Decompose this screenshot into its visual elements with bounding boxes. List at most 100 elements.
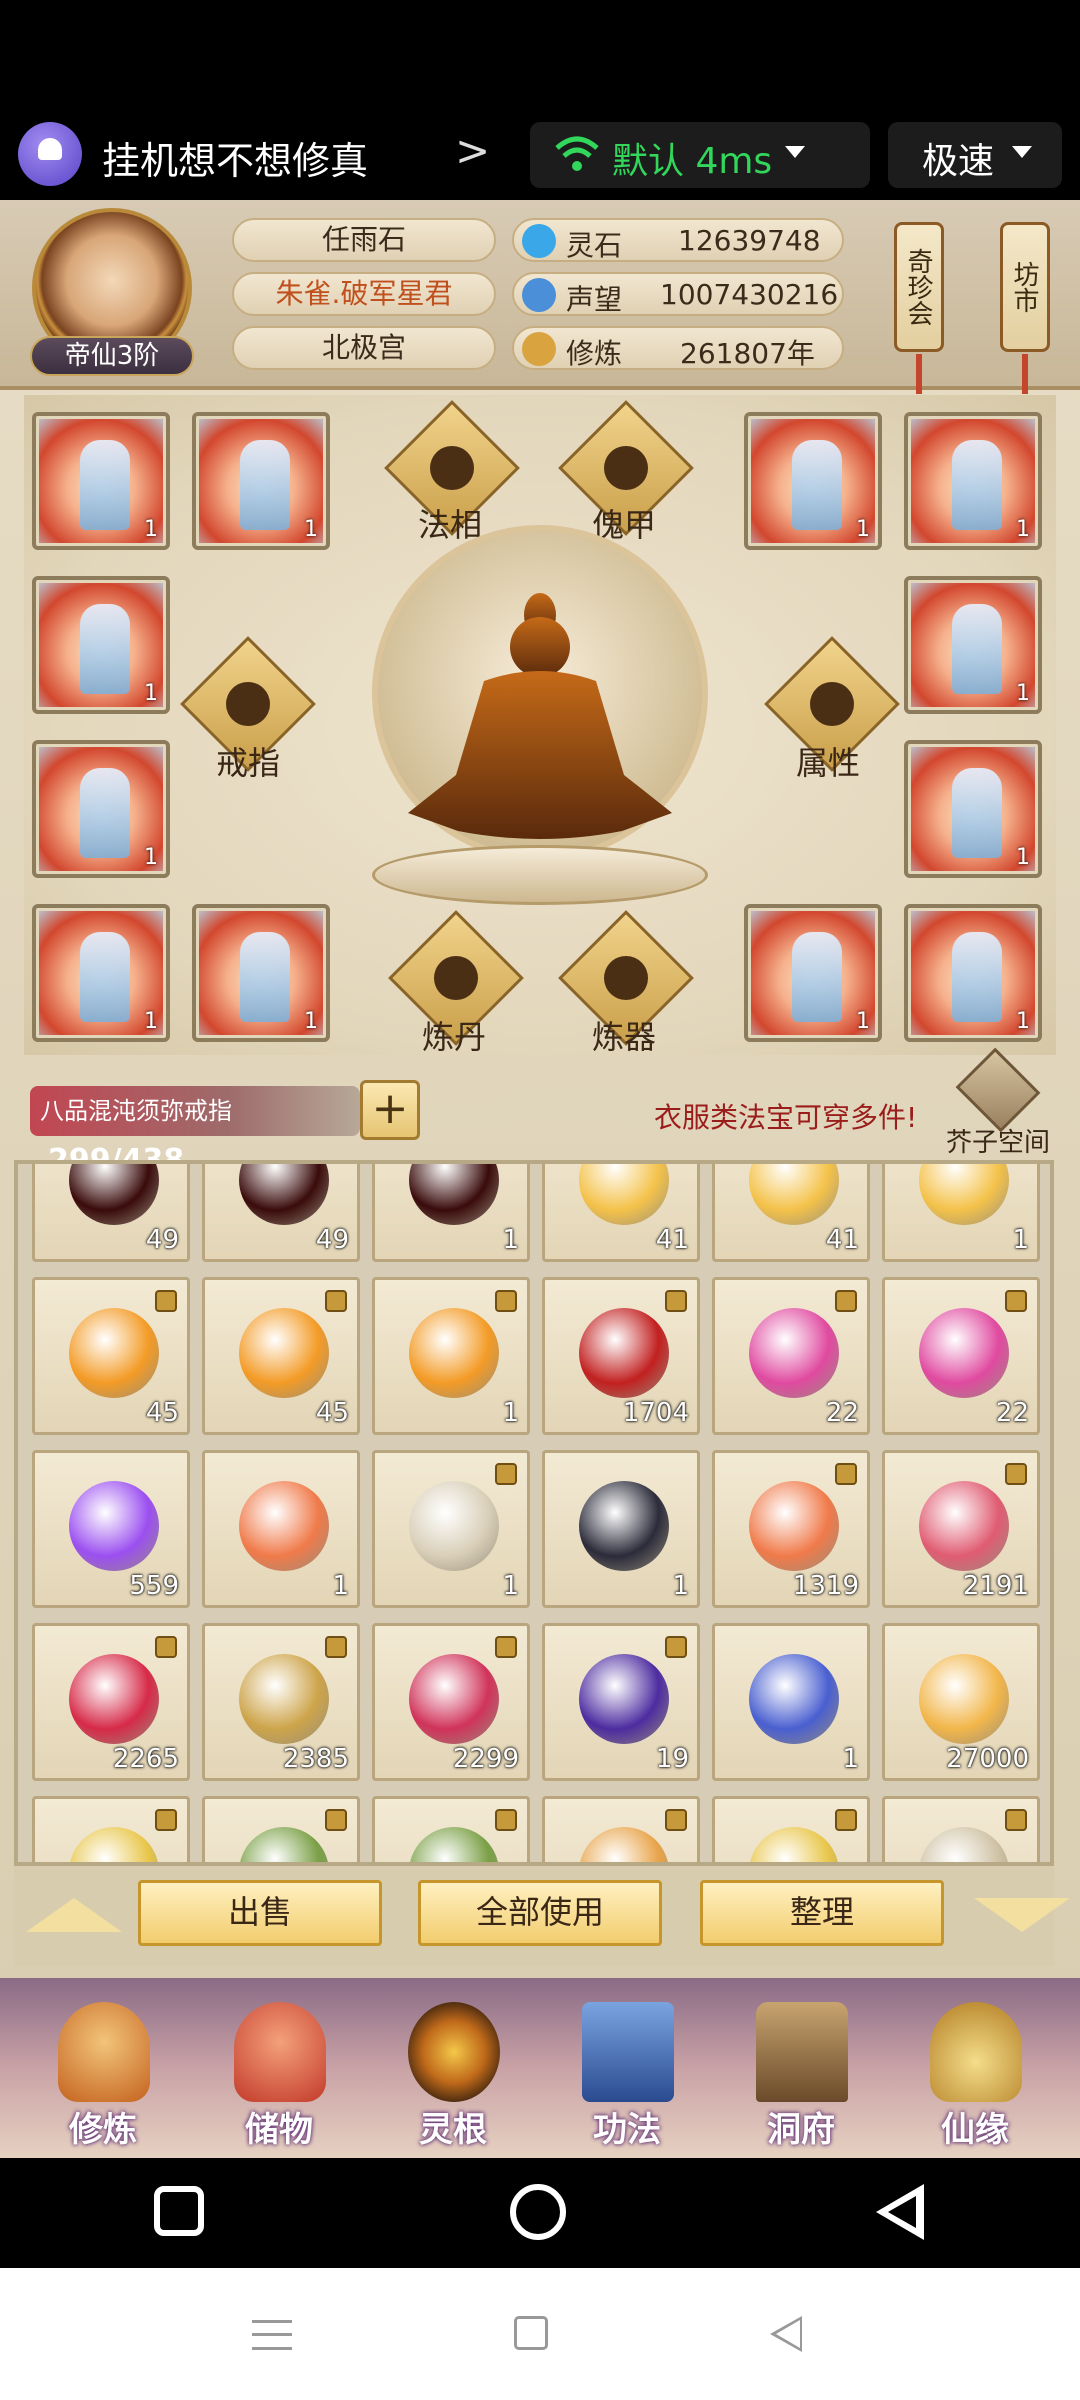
home-button[interactable] [510, 2184, 566, 2240]
use-all-button[interactable]: 全部使用 [418, 1880, 662, 1946]
equip-slot[interactable]: 1 [32, 576, 170, 714]
inventory-cell[interactable]: 45 [202, 1277, 360, 1435]
equip-slot[interactable]: 1 [192, 412, 330, 550]
page-down-arrow-icon[interactable] [974, 1898, 1070, 1932]
inventory-cell[interactable]: 2385 [202, 1623, 360, 1781]
inventory-cell[interactable]: 2191 [882, 1450, 1040, 1608]
inventory-cell[interactable]: 1 [882, 1164, 1040, 1262]
inventory-cell[interactable] [712, 1796, 870, 1862]
app-root: { "overlay": { "app_title": "挂机想不想修真", "… [0, 0, 1080, 2400]
equip-slot[interactable]: 1 [744, 412, 882, 550]
square-icon[interactable] [514, 2316, 548, 2350]
stat-label: 灵石 [566, 229, 623, 262]
sort-button[interactable]: 整理 [700, 1880, 944, 1946]
market-button[interactable]: 坊市 [1000, 222, 1050, 352]
nav-cave[interactable]: 洞府 [726, 1992, 876, 2152]
chevron-right-icon[interactable]: > [455, 126, 490, 175]
inventory-cell[interactable]: 1319 [712, 1450, 870, 1608]
nav-storage[interactable]: 储物 [204, 1992, 354, 2152]
page-up-arrow-icon[interactable] [26, 1898, 122, 1932]
inventory-panel: 49 49 1 41 41 1 45 45 1 1704 22 22 559 1 1 1 1319 2191 226… [14, 1160, 1054, 1866]
inventory-cell[interactable]: 1 [202, 1450, 360, 1608]
inventory-cell[interactable]: 22 [712, 1277, 870, 1435]
inventory-cell[interactable]: 41 [542, 1164, 700, 1262]
item-icon [69, 1827, 159, 1862]
nav-label: 灵根 [419, 2110, 487, 2150]
prestige-icon [522, 278, 556, 312]
equip-slot[interactable]: 1 [904, 576, 1042, 714]
expand-capacity-button[interactable]: + [360, 1080, 420, 1140]
inventory-cell[interactable]: 49 [32, 1164, 190, 1262]
nav-spirit-root[interactable]: 灵根 [378, 1992, 528, 2152]
lock-icon [155, 1809, 177, 1831]
inventory-cell[interactable]: 1 [372, 1164, 530, 1262]
storage-bag-icon [234, 2002, 326, 2102]
inventory-cell[interactable]: 1704 [542, 1277, 700, 1435]
recents-button[interactable] [154, 2186, 204, 2236]
item-count: 1704 [622, 1398, 689, 1428]
inventory-cell[interactable]: 1 [712, 1623, 870, 1781]
inventory-cell[interactable] [542, 1796, 700, 1862]
item-icon [409, 1308, 499, 1398]
inventory-cell[interactable]: 1 [372, 1450, 530, 1608]
inventory-cell[interactable]: 41 [712, 1164, 870, 1262]
inventory-cell[interactable]: 1 [542, 1450, 700, 1608]
equip-slot[interactable]: 1 [744, 904, 882, 1042]
spirit-stone-icon [522, 224, 556, 258]
equip-slot[interactable]: 1 [904, 412, 1042, 550]
inventory-cell[interactable]: 27000 [882, 1623, 1040, 1781]
inventory-cell[interactable] [202, 1796, 360, 1862]
equip-slot[interactable]: 1 [904, 904, 1042, 1042]
inventory-cell[interactable] [372, 1796, 530, 1862]
treasure-fair-button[interactable]: 奇珍会 [894, 222, 944, 352]
inventory-cell[interactable]: 45 [32, 1277, 190, 1435]
lock-icon [665, 1290, 687, 1312]
inventory-cell[interactable]: 1 [372, 1277, 530, 1435]
nav-label: 修炼 [69, 2110, 137, 2150]
item-count: 22 [995, 1398, 1029, 1428]
lock-icon [835, 1463, 857, 1485]
lock-icon [495, 1636, 517, 1658]
lock-icon [155, 1290, 177, 1312]
inventory-cell[interactable] [32, 1796, 190, 1862]
app-title[interactable]: 挂机想不想修真 [102, 130, 368, 185]
puppet-armor-icon [604, 446, 648, 490]
ring-label: 戒指 [216, 744, 281, 782]
item-count: 19 [655, 1744, 689, 1774]
nav-cultivate[interactable]: 修炼 [28, 1992, 178, 2152]
tassel-decoration [916, 354, 922, 394]
back-icon-inner [888, 2196, 916, 2228]
inventory-cell[interactable]: 22 [882, 1277, 1040, 1435]
technique-book-icon [582, 2002, 674, 2102]
inventory-cell[interactable]: 19 [542, 1623, 700, 1781]
inventory-cell[interactable]: 2265 [32, 1623, 190, 1781]
inventory-cell[interactable] [882, 1796, 1040, 1862]
lock-icon [1005, 1463, 1027, 1485]
inventory-cell[interactable]: 49 [202, 1164, 360, 1262]
equip-slot[interactable]: 1 [32, 904, 170, 1042]
equip-slot[interactable]: 1 [32, 412, 170, 550]
equip-slot[interactable]: 1 [192, 904, 330, 1042]
item-icon [579, 1654, 669, 1744]
caret-down-icon [785, 146, 805, 158]
app-icon[interactable] [18, 122, 82, 186]
tassel-decoration [1022, 354, 1028, 394]
nav-fate[interactable]: 仙缘 [900, 1992, 1050, 2152]
lock-icon [1005, 1290, 1027, 1312]
sell-button[interactable]: 出售 [138, 1880, 382, 1946]
stat-label: 修炼 [566, 337, 623, 370]
inventory-cell[interactable]: 559 [32, 1450, 190, 1608]
equip-slot[interactable]: 1 [32, 740, 170, 878]
item-icon [579, 1308, 669, 1398]
nav-label: 储物 [245, 2110, 313, 2150]
nav-technique[interactable]: 功法 [552, 1992, 702, 2152]
item-count: 1 [1012, 1225, 1029, 1255]
attributes-icon [810, 682, 854, 726]
menu-icon[interactable] [252, 2320, 292, 2350]
equip-slot[interactable]: 1 [904, 740, 1042, 878]
cultivation-icon [522, 332, 556, 366]
stat-value: 261807年 [680, 337, 815, 370]
inventory-cell[interactable]: 2299 [372, 1623, 530, 1781]
item-icon [239, 1654, 329, 1744]
item-icon [409, 1481, 499, 1571]
